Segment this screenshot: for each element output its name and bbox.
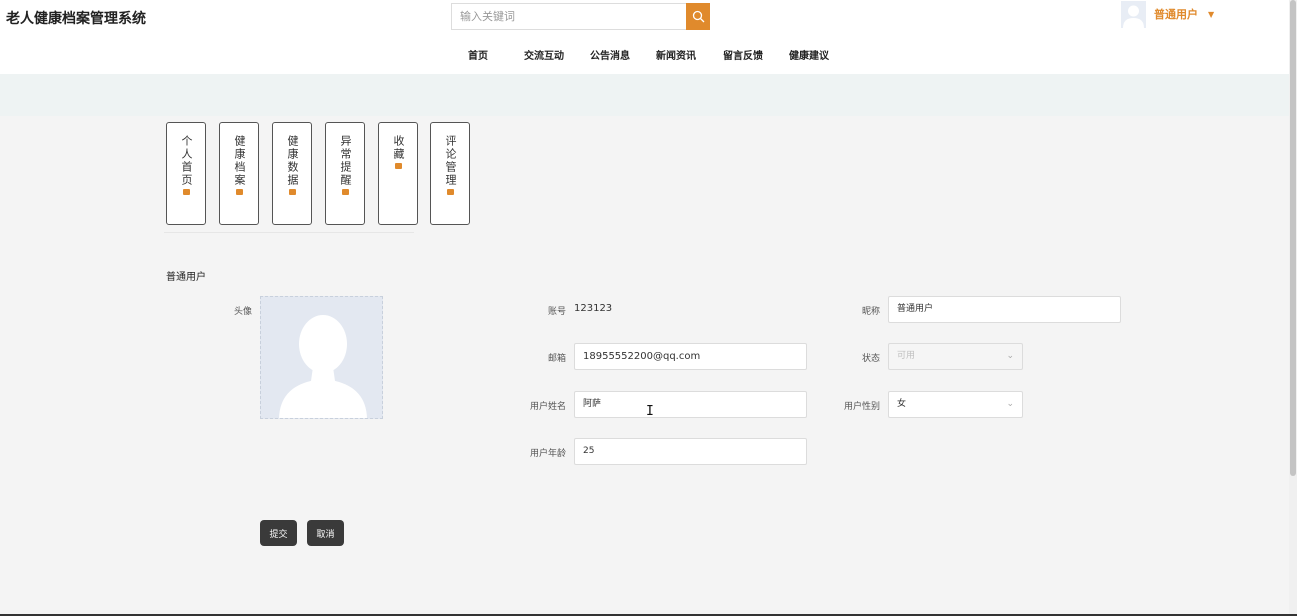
- user-name[interactable]: 普通用户: [1154, 6, 1198, 22]
- avatar[interactable]: [1121, 0, 1146, 28]
- page-title: 普通用户: [166, 272, 206, 283]
- tab-health-data[interactable]: 健康数据: [272, 122, 312, 225]
- email-field[interactable]: 18955552200@qq.com: [574, 343, 807, 370]
- real-name-label: 用户姓名: [529, 402, 566, 412]
- nav-home[interactable]: 首页: [468, 47, 488, 62]
- tab-health-records[interactable]: 健康档案: [219, 122, 259, 225]
- account-value: 123123: [574, 303, 613, 314]
- nav-announcements[interactable]: 公告消息: [590, 47, 630, 62]
- gender-select[interactable]: 女 ⌄: [888, 391, 1023, 418]
- chevron-down-icon: ⌄: [1006, 351, 1014, 361]
- avatar-upload[interactable]: [260, 296, 383, 419]
- avatar-label: 头像: [233, 307, 252, 317]
- hand-icon: [235, 189, 243, 195]
- search-button[interactable]: [686, 3, 710, 30]
- search-icon: [692, 10, 704, 23]
- tab-label: 评论管理: [444, 135, 457, 187]
- tab-label: 健康档案: [233, 135, 246, 187]
- nickname-label: 昵称: [861, 307, 880, 317]
- caret-down-icon[interactable]: ▼: [1208, 10, 1214, 19]
- account-label: 账号: [547, 307, 566, 317]
- tab-label: 异常提醒: [339, 135, 352, 187]
- tab-favorites[interactable]: 收藏: [378, 122, 418, 225]
- nav-health-advice[interactable]: 健康建议: [789, 47, 829, 62]
- status-value: 可用: [897, 351, 916, 361]
- email-label: 邮箱: [547, 354, 566, 364]
- hand-icon: [341, 189, 349, 195]
- status-label: 状态: [861, 354, 880, 364]
- hand-icon: [394, 163, 402, 169]
- tab-label: 收藏: [392, 135, 405, 161]
- nav-interaction[interactable]: 交流互动: [524, 47, 564, 62]
- nav-news[interactable]: 新闻资讯: [656, 47, 696, 62]
- cancel-button[interactable]: 取消: [307, 520, 344, 546]
- avatar-placeholder-icon: [279, 315, 367, 418]
- main-nav: 首页 交流互动 公告消息 新闻资讯 留言反馈 健康建议: [0, 47, 1289, 62]
- status-select[interactable]: 可用 ⌄: [888, 343, 1023, 370]
- tab-label: 健康数据: [286, 135, 299, 187]
- tab-abnormal-alerts[interactable]: 异常提醒: [325, 122, 365, 225]
- scrollbar-thumb[interactable]: [1290, 0, 1296, 476]
- site-title: 老人健康档案管理系统: [6, 11, 146, 27]
- divider: [164, 232, 414, 233]
- user-menu[interactable]: 普通用户 ▼: [1121, 0, 1214, 28]
- hand-icon: [446, 189, 454, 195]
- submit-button[interactable]: 提交: [260, 520, 297, 546]
- age-field[interactable]: 25: [574, 438, 807, 465]
- gender-value: 女: [897, 399, 907, 409]
- real-name-field[interactable]: 阿萨: [574, 391, 807, 418]
- scrollbar[interactable]: [1289, 0, 1297, 616]
- hand-icon: [288, 189, 296, 195]
- nav-feedback[interactable]: 留言反馈: [723, 47, 763, 62]
- avatar-placeholder-icon: [1123, 5, 1144, 28]
- tab-comment-management[interactable]: 评论管理: [430, 122, 470, 225]
- text-cursor-icon: I: [646, 404, 654, 419]
- search-input[interactable]: 输入关键词: [451, 3, 687, 30]
- banner-band: [0, 74, 1289, 116]
- nickname-field[interactable]: 普通用户: [888, 296, 1121, 323]
- chevron-down-icon: ⌄: [1006, 399, 1014, 409]
- gender-label: 用户性别: [843, 402, 880, 412]
- tab-personal-home[interactable]: 个人首页: [166, 122, 206, 225]
- hand-icon: [182, 189, 190, 195]
- age-label: 用户年龄: [529, 449, 566, 459]
- top-header: 老人健康档案管理系统 输入关键词 首页 交流互动 公告消息 新闻资讯 留言反馈 …: [0, 0, 1289, 74]
- tab-label: 个人首页: [180, 135, 193, 187]
